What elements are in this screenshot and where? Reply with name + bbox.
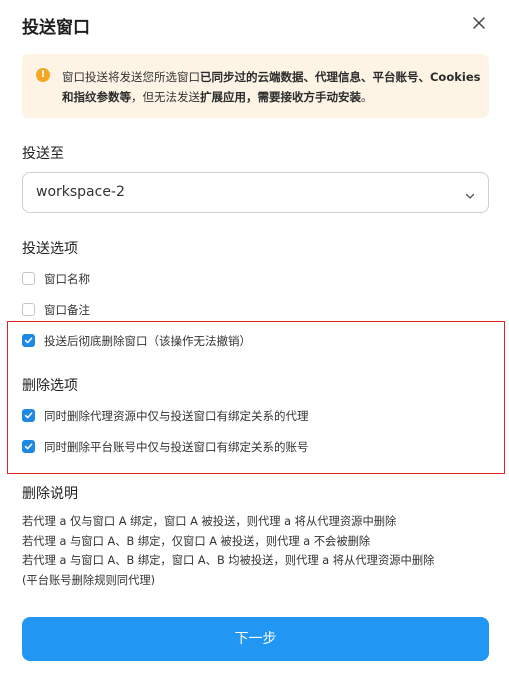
send-to-label: 投送至 xyxy=(22,146,64,162)
checkbox[interactable] xyxy=(22,272,35,285)
option-label: 同时删除平台账号中仅与投送窗口有绑定关系的账号 xyxy=(44,440,309,454)
checkbox[interactable] xyxy=(22,303,35,316)
explain-line: 若代理 a 仅与窗口 A 绑定，窗口 A 被投送，则代理 a 将从代理资源中删除 xyxy=(22,515,397,528)
notice-banner: ! 窗口投送将发送您所选窗口已同步过的云端数据、代理信息、平台账号、Cookie… xyxy=(22,54,489,118)
checkmark-icon xyxy=(24,443,33,450)
option-label: 窗口备注 xyxy=(44,303,90,317)
explain-line: 若代理 a 与窗口 A、B 绑定，窗口 A、B 均被投送，则代理 a 将从代理资… xyxy=(22,554,435,567)
delete-explain-label: 删除说明 xyxy=(22,486,78,502)
chevron-down-icon xyxy=(464,187,476,206)
explain-line: 若代理 a 与窗口 A、B 绑定，仅窗口 A 被投送，则代理 a 不会被删除 xyxy=(22,534,371,548)
dialog-title: 投送窗口 xyxy=(22,18,90,38)
notice-text: 窗口投送将发送您所选窗口已同步过的云端数据、代理信息、平台账号、Cookies … xyxy=(62,70,481,104)
send-window-dialog: 投送窗口 ! 窗口投送将发送您所选窗口已同步过的云端数据、代理信息、平台账号、C… xyxy=(0,0,509,680)
checkmark-icon xyxy=(24,337,33,344)
delete-explain-text: 若代理 a 仅与窗口 A 绑定，窗口 A 被投送，则代理 a 将从代理资源中删除… xyxy=(22,512,492,590)
explain-line: (平台账号删除规则同代理) xyxy=(22,573,156,587)
checkmark-icon xyxy=(24,412,33,419)
next-button[interactable]: 下一步 xyxy=(22,617,489,661)
option-label: 同时删除代理资源中仅与投送窗口有绑定关系的代理 xyxy=(44,409,309,423)
option-label: 窗口名称 xyxy=(44,272,90,286)
close-icon[interactable] xyxy=(466,10,492,36)
checkbox-checked[interactable] xyxy=(22,440,35,453)
delete-options-label: 删除选项 xyxy=(22,378,78,394)
checkbox-checked[interactable] xyxy=(22,409,35,422)
warning-icon: ! xyxy=(36,68,50,82)
workspace-select[interactable]: workspace-2 xyxy=(22,172,489,213)
workspace-select-value: workspace-2 xyxy=(36,184,125,200)
checkbox-checked[interactable] xyxy=(22,334,35,347)
option-label: 投送后彻底删除窗口（该操作无法撤销） xyxy=(44,334,251,348)
send-options-label: 投送选项 xyxy=(22,241,78,257)
